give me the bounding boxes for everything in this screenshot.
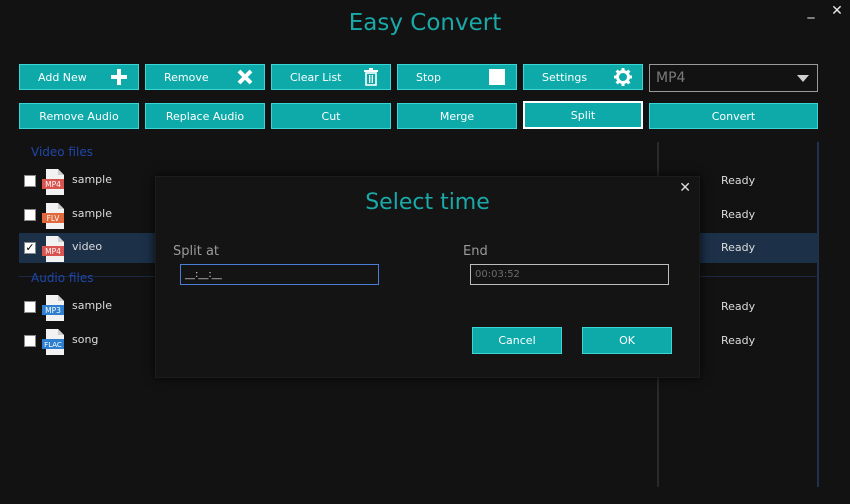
- cut-button[interactable]: Cut: [271, 103, 391, 129]
- file-status: Ready: [721, 241, 756, 254]
- file-name: video: [72, 240, 103, 253]
- stop-icon: [488, 68, 506, 86]
- trash-icon: [362, 68, 380, 86]
- clear-list-button[interactable]: Clear List: [271, 64, 391, 90]
- remove-label: Remove: [164, 70, 209, 84]
- file-name: song: [72, 333, 99, 346]
- chevron-down-icon: [797, 75, 809, 82]
- row-checkbox-checked[interactable]: ✓: [24, 242, 36, 254]
- remove-button[interactable]: Remove: [145, 64, 265, 90]
- file-name: sample: [72, 173, 112, 186]
- file-status: Ready: [721, 334, 756, 347]
- gear-icon: [614, 68, 632, 86]
- ok-button[interactable]: OK: [582, 327, 672, 354]
- app-title: Easy Convert: [348, 10, 502, 36]
- file-type-label: FLAC: [44, 341, 62, 349]
- end-label: End: [463, 244, 488, 259]
- file-status: Ready: [721, 208, 756, 221]
- stop-button[interactable]: Stop: [397, 64, 517, 90]
- file-type-label: MP4: [45, 180, 61, 189]
- dialog-title: Select time: [365, 190, 490, 215]
- file-name: sample: [72, 299, 112, 312]
- file-status: Ready: [721, 300, 756, 313]
- row-checkbox[interactable]: [24, 175, 36, 187]
- clear-list-label: Clear List: [290, 70, 342, 84]
- file-status: Ready: [721, 174, 756, 187]
- x-icon: [236, 68, 254, 86]
- stop-label: Stop: [416, 70, 442, 84]
- settings-button[interactable]: Settings: [523, 64, 643, 90]
- add-new-label: Add New: [38, 70, 87, 84]
- split-at-input[interactable]: __:__:__: [180, 264, 379, 285]
- flac-file-icon: FLAC: [42, 329, 64, 355]
- dialog-close-icon[interactable]: ✕: [679, 180, 691, 196]
- row-checkbox[interactable]: [24, 209, 36, 221]
- close-window-button[interactable]: ✕: [828, 2, 846, 20]
- replace-audio-button[interactable]: Replace Audio: [145, 103, 265, 129]
- row-checkbox[interactable]: [24, 335, 36, 347]
- video-files-header: Video files: [31, 145, 93, 159]
- add-new-button[interactable]: Add New: [19, 64, 139, 90]
- split-at-label: Split at: [173, 244, 220, 259]
- mp4-file-icon: MP4: [42, 236, 64, 262]
- format-select-value: MP4: [656, 70, 686, 86]
- remove-audio-button[interactable]: Remove Audio: [19, 103, 139, 129]
- split-button[interactable]: Split: [523, 101, 643, 129]
- minimize-button[interactable]: _: [802, 2, 820, 20]
- merge-button[interactable]: Merge: [397, 103, 517, 129]
- audio-files-header: Audio files: [31, 271, 94, 285]
- mp3-file-icon: MP3: [42, 295, 64, 321]
- mp4-file-icon: MP4: [42, 169, 64, 195]
- format-select[interactable]: MP4: [649, 64, 818, 92]
- cancel-button[interactable]: Cancel: [472, 327, 562, 354]
- select-time-dialog: Select time ✕ Split at __:__:__ End 00:0…: [155, 176, 700, 378]
- settings-label: Settings: [542, 70, 588, 84]
- file-type-label: MP4: [45, 247, 61, 256]
- file-type-label: FLV: [47, 214, 61, 223]
- convert-button[interactable]: Convert: [649, 103, 818, 129]
- end-time-field: 00:03:52: [470, 264, 669, 285]
- file-type-label: MP3: [45, 306, 61, 315]
- flv-file-icon: FLV: [42, 203, 64, 229]
- row-checkbox[interactable]: [24, 301, 36, 313]
- file-name: sample: [72, 207, 112, 220]
- plus-icon: [110, 68, 128, 86]
